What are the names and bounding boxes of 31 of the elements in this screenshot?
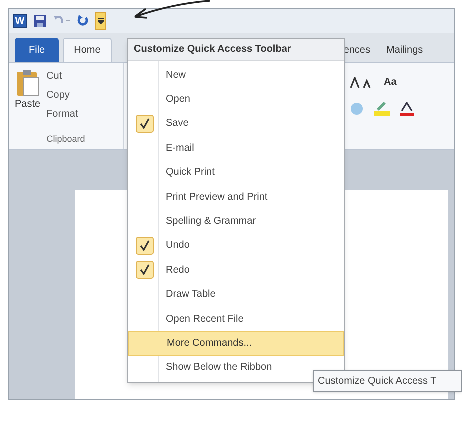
menu-item[interactable]: Quick Print [128,160,344,185]
menu-item[interactable]: Open Recent File [128,306,344,332]
clipboard-command[interactable]: Cut [46,69,78,84]
menu-item[interactable]: New [128,63,344,88]
highlighter-icon[interactable] [374,102,390,116]
menu-title: Customize Quick Access Toolbar [128,39,344,61]
menu-item[interactable]: Redo [128,258,344,283]
menu-item[interactable]: E-mail [128,136,344,161]
clipboard-command[interactable]: Format [46,107,78,122]
menu-item[interactable]: Spelling & Grammar [128,209,344,234]
redo-icon[interactable] [77,15,89,27]
ribbon-tab[interactable]: Home [63,38,112,62]
ribbon-tab[interactable]: Mailings [380,38,430,62]
menu-item[interactable]: More Commands... [128,331,344,356]
clipboard-icon [16,69,40,97]
change-case-button[interactable]: Aa [384,75,397,90]
paste-button[interactable]: Paste [15,69,41,132]
save-icon[interactable] [33,14,47,28]
word-logo-icon[interactable]: W [13,14,27,28]
menu-item[interactable]: Save [128,112,344,136]
dropdown-icon [98,18,104,24]
font-color-icon[interactable] [400,102,414,116]
menu-item[interactable]: Open [128,87,344,112]
menu-item[interactable]: Undo [128,234,344,258]
tooltip: Customize Quick Access T [313,370,462,392]
group-label: Clipboard [46,132,86,146]
menu-item[interactable]: Draw Table [128,282,344,307]
clipboard-command[interactable]: Copy [46,88,78,103]
customize-toolbar-button[interactable] [95,12,106,30]
menu-item[interactable]: Print Preview and Print [128,184,344,210]
file-tab[interactable]: File [15,38,60,62]
